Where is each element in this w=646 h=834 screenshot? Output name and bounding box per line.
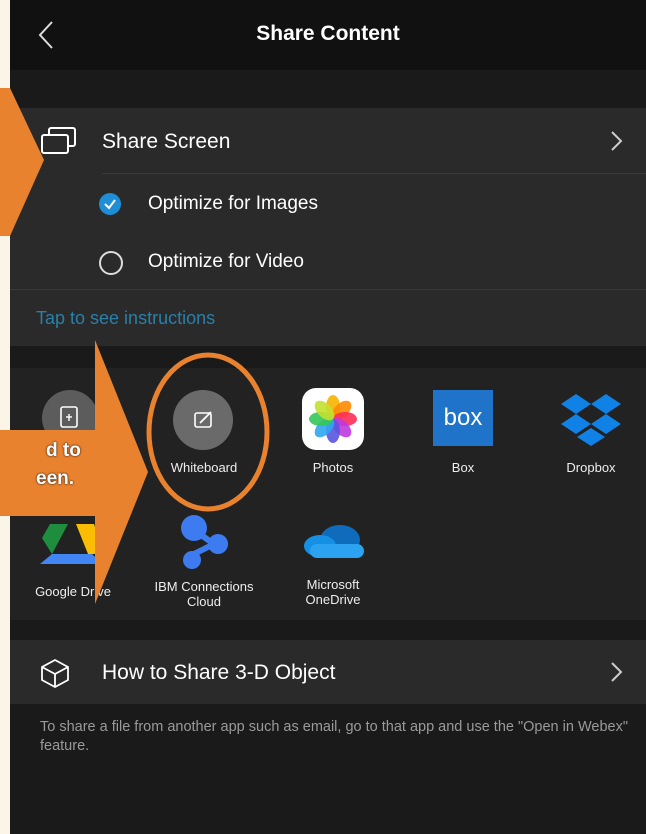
annotation-text-line1: d to	[46, 440, 81, 461]
annotation-text-line2: een.	[36, 468, 75, 489]
arrow-top-left	[0, 88, 44, 236]
arrow-head	[95, 340, 148, 604]
annotation-overlay	[0, 88, 270, 604]
highlight-circle	[146, 352, 270, 512]
